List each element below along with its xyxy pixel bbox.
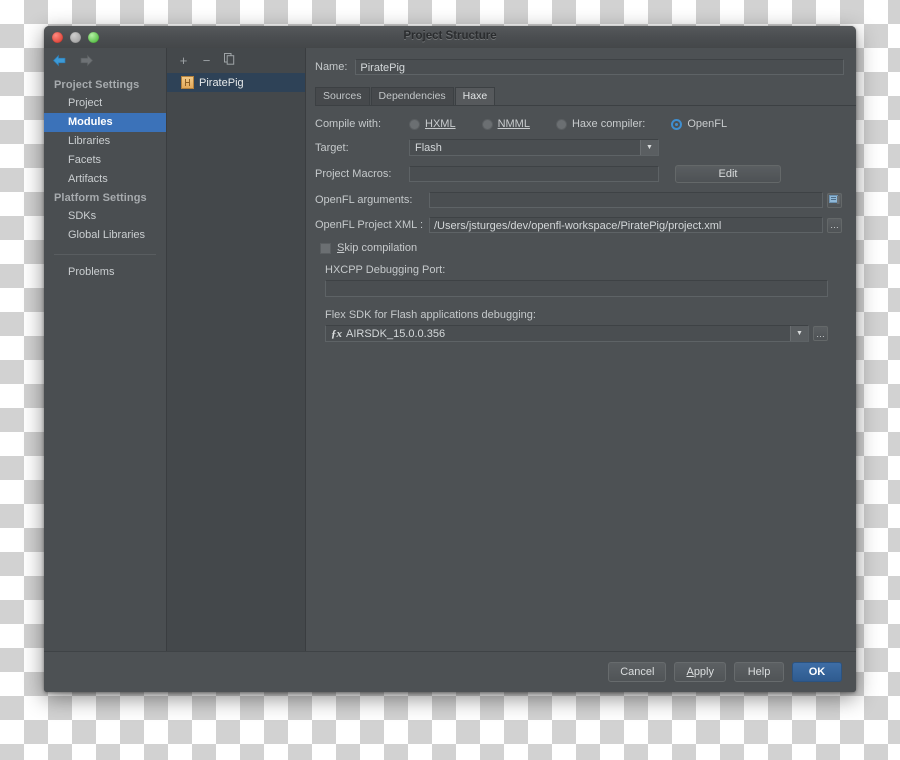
- module-list: PiratePig: [167, 72, 305, 92]
- copy-module-icon[interactable]: [223, 53, 236, 67]
- chevron-down-icon[interactable]: ▼: [790, 326, 808, 341]
- module-toolbar: + −: [167, 48, 305, 72]
- radio-hxml-label: HXML: [425, 118, 456, 130]
- openfl-arguments-input[interactable]: [429, 192, 823, 208]
- sidebar-group-project-settings: Project Settings: [54, 79, 140, 91]
- cancel-button[interactable]: Cancel: [608, 662, 667, 682]
- expand-editor-icon[interactable]: [827, 192, 842, 208]
- tab-dependencies[interactable]: Dependencies: [370, 87, 454, 105]
- module-icon: [181, 76, 194, 89]
- radio-openfl-dot: [671, 118, 683, 130]
- hxcpp-port-input[interactable]: [325, 280, 828, 297]
- dialog-buttons: Cancel Apply Help OK: [608, 662, 842, 682]
- sidebar-navbar: [44, 48, 166, 73]
- ok-button[interactable]: OK: [792, 662, 842, 682]
- radio-openfl-label: OpenFL: [687, 118, 728, 130]
- apply-label-rest: pply: [693, 666, 714, 678]
- target-label: Target:: [315, 141, 349, 154]
- openfl-arguments-label: OpenFL arguments:: [315, 194, 413, 206]
- name-row: Name: PiratePig: [306, 48, 856, 80]
- sidebar-item-sdks[interactable]: SDKs: [44, 207, 166, 226]
- sidebar-item-global-libraries[interactable]: Global Libraries: [44, 226, 166, 245]
- module-name: PiratePig: [199, 76, 244, 89]
- radio-haxe-compiler-label: Haxe compiler:: [571, 118, 646, 130]
- radio-openfl[interactable]: OpenFL: [671, 118, 727, 130]
- sidebar-item-artifacts[interactable]: Artifacts: [44, 170, 166, 189]
- openfl-project-xml-label: OpenFL Project XML :: [315, 219, 424, 231]
- sidebar-item-libraries[interactable]: Libraries: [44, 132, 166, 151]
- project-macros-input[interactable]: [409, 166, 659, 182]
- fx-icon: ƒx: [331, 327, 342, 340]
- skip-compilation-checkbox[interactable]: [320, 242, 331, 254]
- compile-with-label: Compile with:: [315, 118, 382, 130]
- project-macros-label: Project Macros:: [315, 168, 392, 180]
- dialog-footer: Cancel Apply Help OK: [44, 651, 856, 692]
- skip-compilation-label: Skip compilation: [337, 242, 417, 254]
- module-editor-pane: Name: PiratePig Sources Dependencies Hax…: [306, 48, 856, 652]
- sidebar-item-project[interactable]: Project: [44, 94, 166, 113]
- browse-project-xml-button[interactable]: …: [827, 217, 842, 233]
- name-label: Name:: [315, 61, 348, 73]
- openfl-project-xml-row: OpenFL Project XML : /Users/jsturges/dev…: [315, 217, 842, 233]
- sidebar-item-modules[interactable]: Modules: [44, 113, 166, 132]
- sidebar-divider: [54, 254, 156, 255]
- openfl-arguments-row: OpenFL arguments:: [315, 192, 842, 208]
- panes-container: Project Settings Project Modules Librari…: [44, 48, 856, 652]
- arrow-left-icon[interactable]: [52, 54, 67, 67]
- flex-sdk-combobox[interactable]: ƒx AIRSDK_15.0.0.356 ▼: [325, 325, 809, 342]
- window-titlebar: Project Structure: [44, 26, 856, 49]
- flex-sdk-label: Flex SDK for Flash applications debuggin…: [325, 309, 536, 321]
- openfl-project-xml-input[interactable]: /Users/jsturges/dev/openfl-workspace/Pir…: [429, 217, 823, 233]
- sidebar-group-platform-settings: Platform Settings: [54, 192, 147, 204]
- skip-compilation-label-rest: kip compilation: [344, 242, 418, 254]
- compile-with-radio-group: HXML NMML Haxe compiler: OpenFL: [409, 118, 753, 130]
- radio-haxe-compiler-dot: [555, 118, 567, 130]
- browse-flex-sdk-button[interactable]: …: [813, 326, 828, 341]
- arrow-right-icon[interactable]: [79, 54, 94, 67]
- compile-with-row: Compile with: HXML NMML Haxe compiler: O…: [315, 118, 842, 130]
- radio-nmml-label: NMML: [497, 118, 530, 130]
- radio-hxml[interactable]: HXML: [409, 118, 456, 130]
- project-structure-window: Project Structure Project Settings Proje…: [44, 26, 856, 692]
- sidebar-item-facets[interactable]: Facets: [44, 151, 166, 170]
- flex-sdk-value: AIRSDK_15.0.0.356: [346, 327, 446, 340]
- target-combobox[interactable]: Flash ▼: [409, 139, 659, 156]
- edit-macros-button[interactable]: Edit: [675, 165, 781, 183]
- module-list-item-piratepig[interactable]: PiratePig: [167, 73, 305, 92]
- project-macros-row: Project Macros: Edit: [315, 165, 842, 183]
- target-row: Target: Flash ▼: [315, 139, 842, 156]
- radio-haxe-compiler[interactable]: Haxe compiler:: [555, 118, 646, 130]
- help-button[interactable]: Help: [734, 662, 784, 682]
- target-value: Flash: [415, 141, 442, 154]
- remove-module-icon[interactable]: −: [200, 54, 213, 67]
- name-input[interactable]: PiratePig: [355, 59, 844, 75]
- haxe-form: Compile with: HXML NMML Haxe compiler: O…: [306, 106, 856, 342]
- window-body: Project Settings Project Modules Librari…: [44, 48, 856, 692]
- settings-sidebar: Project Settings Project Modules Librari…: [44, 48, 167, 652]
- apply-button[interactable]: Apply: [674, 662, 726, 682]
- window-title: Project Structure: [403, 30, 497, 42]
- radio-hxml-dot: [409, 118, 420, 130]
- sidebar-item-problems[interactable]: Problems: [44, 263, 166, 282]
- hxcpp-port-label: HXCPP Debugging Port:: [325, 264, 446, 276]
- tab-haxe[interactable]: Haxe: [454, 87, 496, 105]
- editor-tabs: Sources Dependencies Haxe: [315, 87, 856, 106]
- tab-sources[interactable]: Sources: [315, 87, 370, 105]
- flex-sdk-row: ƒx AIRSDK_15.0.0.356 ▼ …: [325, 325, 828, 342]
- skip-compilation-row[interactable]: Skip compilation: [320, 242, 842, 254]
- add-module-icon[interactable]: +: [177, 54, 190, 67]
- apply-mnemonic: A: [686, 666, 694, 678]
- sidebar-list: Project Settings Project Modules Librari…: [44, 73, 166, 282]
- module-list-pane: + − PiratePig: [167, 48, 306, 652]
- radio-nmml-dot: [481, 118, 493, 130]
- chevron-down-icon[interactable]: ▼: [640, 140, 658, 155]
- radio-nmml[interactable]: NMML: [481, 118, 530, 130]
